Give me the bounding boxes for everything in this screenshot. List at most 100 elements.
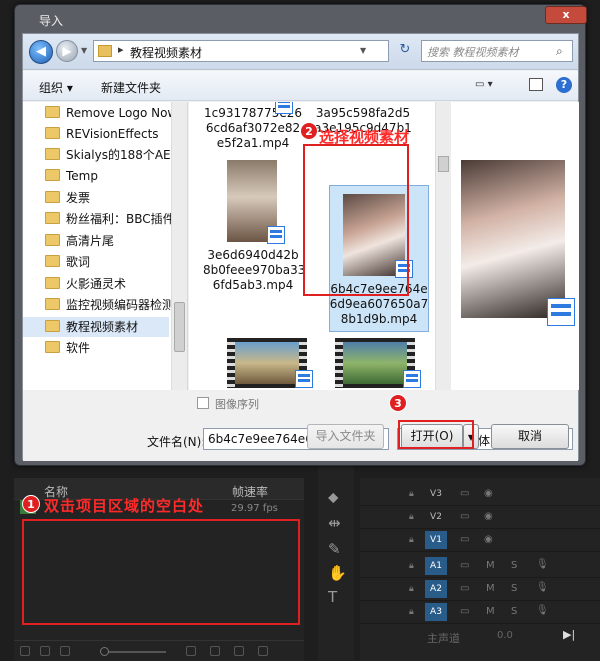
breadcrumb[interactable]: 教程视频素材 [130,44,202,61]
address-bar[interactable]: ▸ 教程视频素材 ▼ [93,40,389,62]
slip-tool-icon[interactable]: ⇹ [328,514,341,532]
go-to-end-icon[interactable]: ▶| [563,628,575,641]
import-folder-button[interactable]: 导入文件夹 [307,424,384,449]
address-dropdown-arrow[interactable]: ▼ [360,46,366,55]
mute-button[interactable]: M [486,606,495,617]
sync-icon[interactable]: ▭ [460,534,469,545]
back-button[interactable]: ◀ [29,40,53,64]
hand-tool-icon[interactable]: ✋ [328,564,347,582]
image-sequence-label: 图像序列 [215,398,259,411]
master-track-value[interactable]: 0.0 [497,630,513,641]
solo-button[interactable]: S [511,606,517,617]
sync-icon[interactable]: ▭ [460,488,469,499]
eye-icon[interactable]: ◉ [484,488,493,499]
dialog-titlebar[interactable]: 导入 x [15,5,587,31]
folder-icon [45,277,60,289]
image-sequence-checkbox[interactable] [197,397,209,409]
eye-icon[interactable]: ◉ [484,511,493,522]
track-label-v1[interactable]: V1 [425,531,447,549]
zoom-slider-knob[interactable] [100,647,109,656]
lock-icon[interactable] [20,646,30,656]
folder-icon [45,127,60,139]
tree-item[interactable]: REVisionEffects [45,124,185,144]
lock-icon[interactable]: 🔒︎ [409,535,414,545]
organize-button[interactable]: 组织 ▾ [39,79,73,96]
lock-icon[interactable]: 🔒︎ [409,561,414,571]
sync-icon[interactable]: ▭ [460,606,469,617]
clip-frame-rate: 29.97 fps [231,503,278,514]
tree-item[interactable]: 高清片尾 [45,231,185,251]
track-row-a2 [360,579,600,601]
forward-button[interactable]: ▶ [56,40,78,62]
sync-icon[interactable]: ▭ [460,511,469,522]
folder-icon [98,45,112,57]
search-placeholder: 搜索 教程视频素材 [427,46,519,59]
sync-icon[interactable]: ▭ [460,560,469,571]
folder-icon [45,191,60,203]
tree-scrollbar-thumb[interactable] [174,302,185,352]
solo-button[interactable]: S [511,583,517,594]
sync-icon[interactable]: ▭ [460,583,469,594]
tree-item-selected[interactable]: 教程视频素材 [23,317,169,337]
ripple-edit-icon[interactable]: ⬥ [328,488,339,506]
list-view-icon[interactable] [40,646,50,656]
tree-item[interactable]: 火影通灵术 [45,274,185,294]
file-list-scrollbar[interactable] [435,102,451,390]
breadcrumb-separator[interactable]: ▸ [118,43,124,56]
tree-item[interactable]: 粉丝福利：BBC插件 [45,209,185,229]
tree-item[interactable]: Temp [45,166,185,186]
solo-button[interactable]: S [511,560,517,571]
media-file-icon [267,226,285,244]
zoom-slider-track[interactable] [106,651,166,653]
mute-button[interactable]: M [486,560,495,571]
folder-icon [45,298,60,310]
microphone-icon[interactable]: 🎙︎ [536,582,549,593]
lock-icon[interactable]: 🔒︎ [409,607,414,617]
file-item[interactable]: 3e6d6940d42b 8b0feee970ba33 6fd5ab3.mp4 [203,248,305,293]
microphone-icon[interactable]: 🎙︎ [536,559,549,570]
search-input[interactable]: 搜索 教程视频素材 ⌕ [421,40,573,62]
track-label-v2[interactable]: V2 [425,508,447,526]
new-item-icon[interactable] [234,646,244,656]
microphone-icon[interactable]: 🎙︎ [536,605,549,616]
lock-icon[interactable]: 🔒︎ [409,584,414,594]
tree-item[interactable]: Remove Logo Now [45,103,185,123]
annotation-box-project-area [22,519,300,625]
trash-icon[interactable] [258,646,268,656]
type-tool-icon[interactable]: T [328,588,337,606]
icon-view-icon[interactable] [60,646,70,656]
recent-locations-dropdown[interactable]: ▼ [81,46,87,55]
new-folder-button[interactable]: 新建文件夹 [101,79,161,96]
tree-item[interactable]: 软件 [45,338,185,358]
file-list-scrollbar-thumb[interactable] [438,156,449,172]
preview-pane-icon[interactable] [529,78,543,91]
tree-item[interactable]: 歌词 [45,252,185,272]
sort-icon[interactable] [186,646,196,656]
tree-scrollbar[interactable] [171,102,187,390]
help-icon[interactable]: ? [556,77,572,93]
track-label-v3[interactable]: V3 [425,485,447,503]
tree-item[interactable]: Skialys的188个AE文 [45,145,185,165]
cancel-button[interactable]: 取消 [491,424,569,449]
search-icon[interactable]: ⌕ [556,44,563,59]
change-view-icon[interactable]: ▭ ▾ [475,79,501,93]
lock-icon[interactable]: 🔒︎ [409,489,414,499]
track-label-a2[interactable]: A2 [425,580,447,598]
folder-icon [45,106,60,118]
folder-icon [45,234,60,246]
mute-button[interactable]: M [486,583,495,594]
annotation-badge-2: 2 [300,122,318,140]
eye-icon[interactable]: ◉ [484,534,493,545]
close-button[interactable]: x [545,6,587,24]
column-frame-rate[interactable]: 帧速率 [232,483,268,500]
tree-item[interactable]: 监控视频编码器检测 [45,295,185,315]
refresh-button[interactable]: ↻ [395,40,415,62]
track-label-a1[interactable]: A1 [425,557,447,575]
tree-item[interactable]: 发票 [45,188,185,208]
navigation-bar: ◀ ▶ ▼ ▸ 教程视频素材 ▼ ↻ 搜索 教程视频素材 ⌕ [23,34,578,70]
annotation-text-1: 双击项目区域的空白处 [44,497,205,515]
lock-icon[interactable]: 🔒︎ [409,512,414,522]
track-label-a3[interactable]: A3 [425,603,447,621]
search-bin-icon[interactable] [210,646,220,656]
pen-tool-icon[interactable]: ✎ [328,540,341,558]
